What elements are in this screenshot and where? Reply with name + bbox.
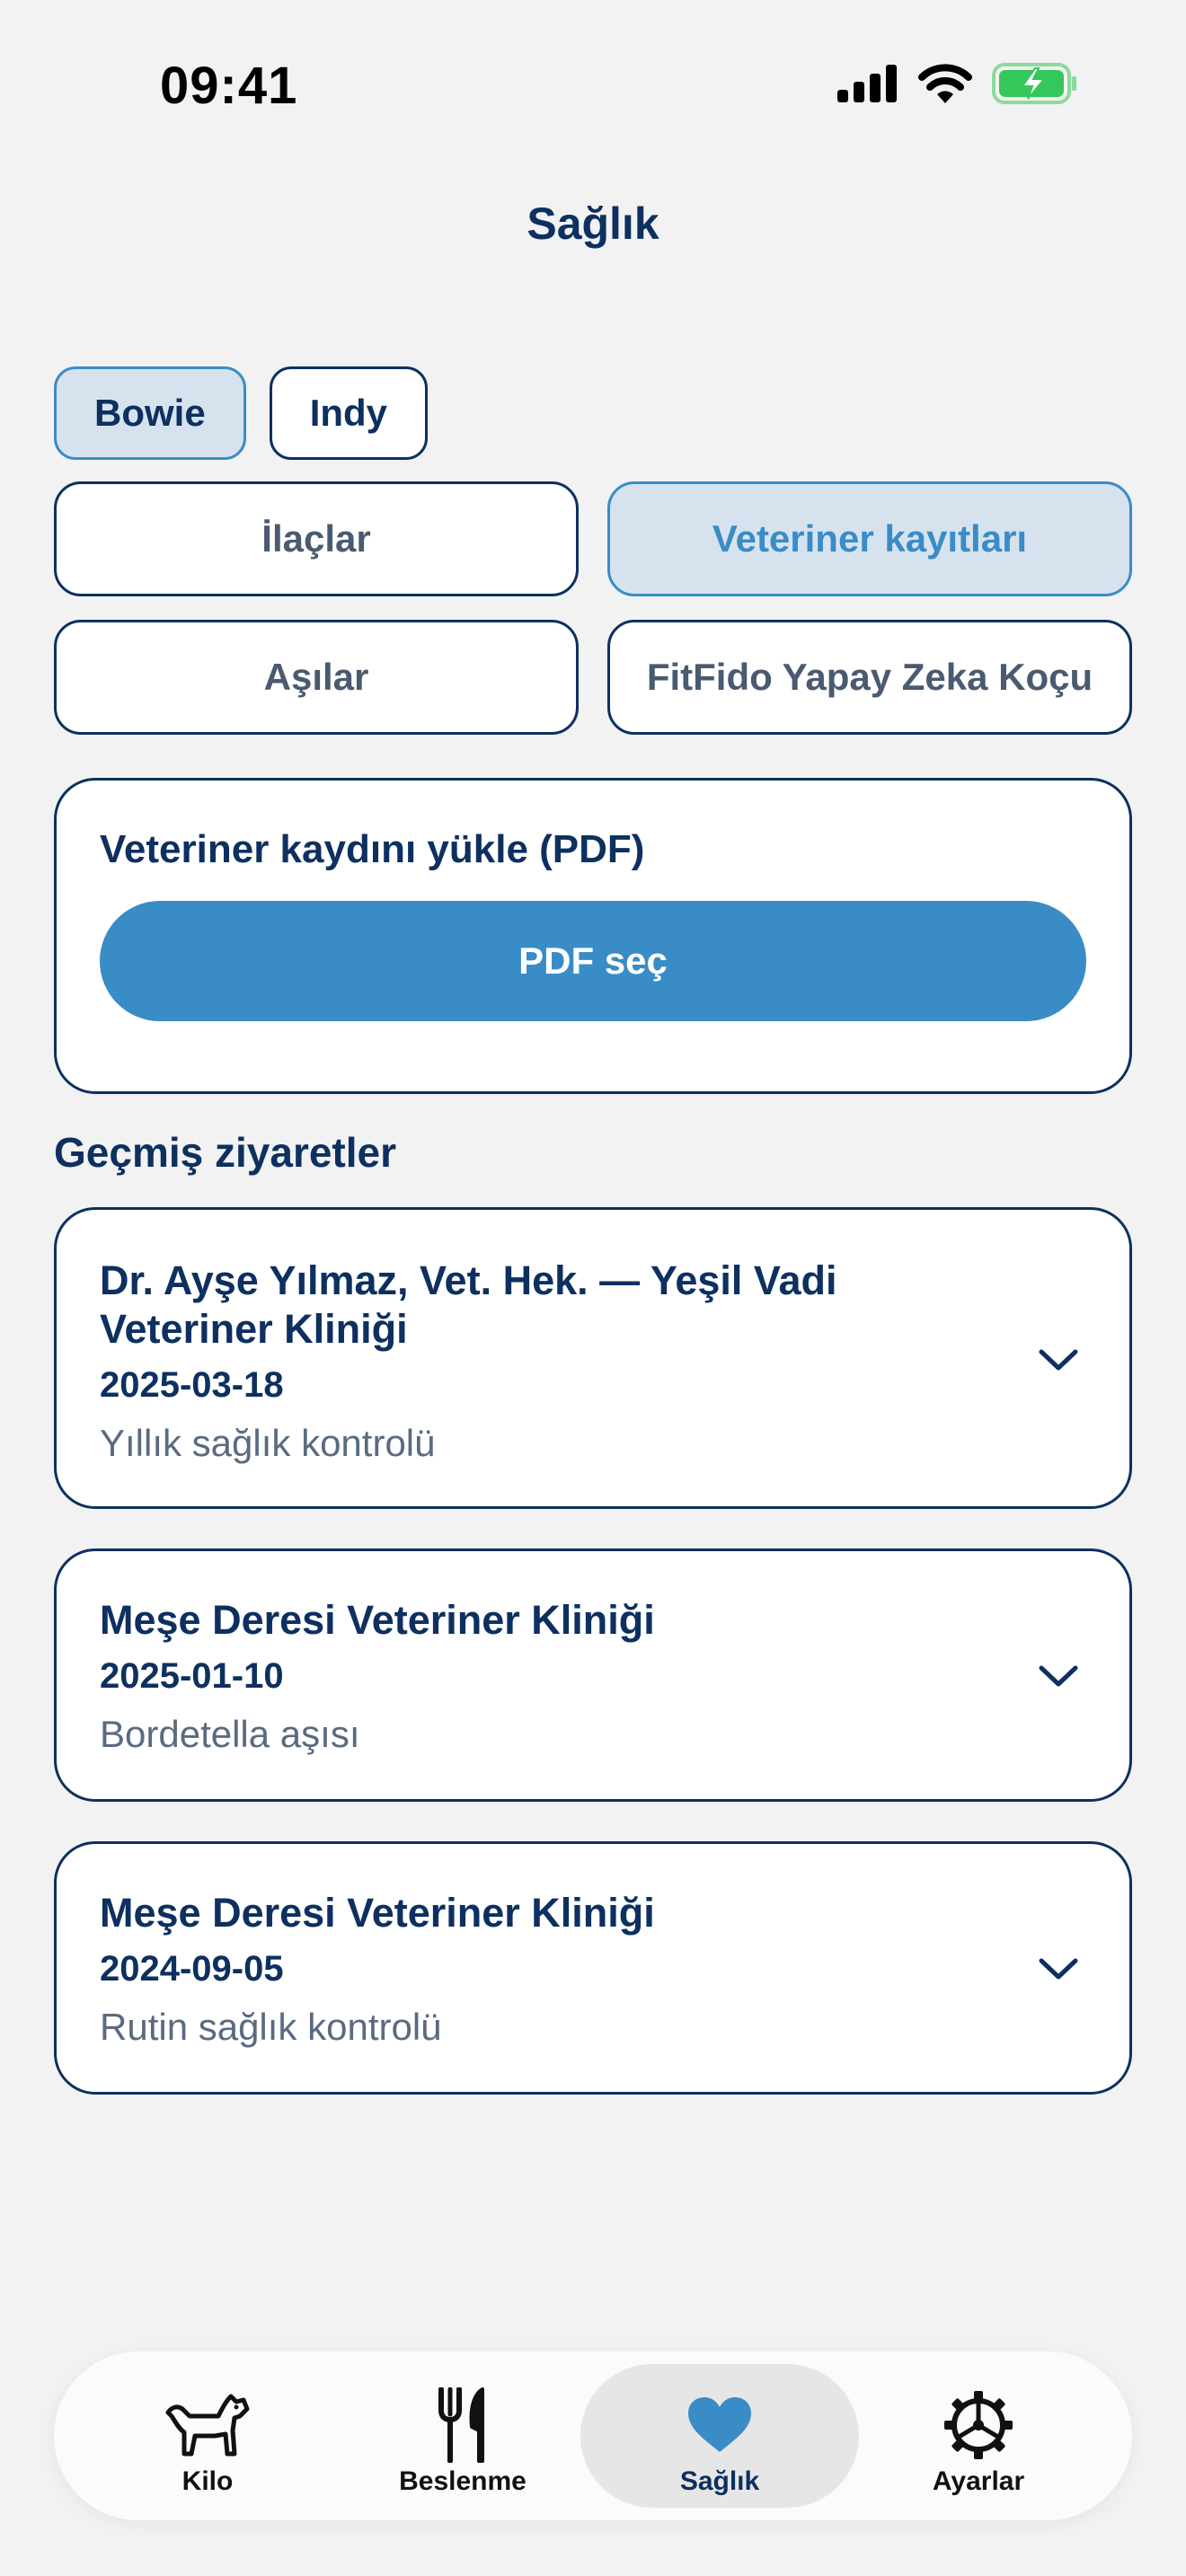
health-segments: İlaçlar Veteriner kayıtları Aşılar FitFi… (54, 481, 1132, 735)
cellular-signal-icon (837, 65, 897, 102)
segment-medications[interactable]: İlaçlar (54, 481, 579, 596)
visit-date: 2025-03-18 (100, 1365, 284, 1405)
tab-label: Sağlık (679, 2466, 760, 2496)
visit-details: Meşe Deresi Veteriner Kliniği 2024-09-05… (100, 1889, 995, 2051)
tab-bar: Kilo Beslenme Sağlık Ayarlar (54, 2351, 1132, 2520)
battery-charging-icon (992, 63, 1076, 104)
visit-card[interactable]: Meşe Deresi Veteriner Kliniği 2025-01-10… (54, 1548, 1132, 1802)
chevron-down-icon[interactable] (1038, 1346, 1079, 1373)
chevron-down-icon[interactable] (1038, 1955, 1079, 1982)
status-icons (837, 63, 1078, 104)
segment-vaccines[interactable]: Aşılar (54, 620, 579, 735)
pet-chip-bowie[interactable]: Bowie (54, 366, 246, 460)
status-bar: 09:41 (0, 0, 1186, 171)
history-title: Geçmiş ziyaretler (54, 1129, 397, 1176)
gear-icon (943, 2389, 1014, 2461)
visit-details: Meşe Deresi Veteriner Kliniği 2025-01-10… (100, 1596, 995, 1758)
pet-selector: Bowie Indy (54, 366, 429, 460)
visit-note: Bordetella aşısı (100, 1713, 360, 1755)
chevron-down-icon[interactable] (1038, 1663, 1079, 1689)
tab-label: Kilo (181, 2466, 234, 2496)
visit-clinic: Meşe Deresi Veteriner Kliniği (100, 1597, 655, 1643)
upload-card: Veteriner kaydını yükle (PDF) PDF seç (54, 778, 1132, 1094)
visit-date: 2025-01-10 (100, 1656, 284, 1696)
upload-title: Veteriner kaydını yükle (PDF) (100, 827, 645, 871)
page-title: Sağlık (527, 198, 659, 249)
tab-settings[interactable]: Ayarlar (839, 2364, 1118, 2508)
tab-health[interactable]: Sağlık (580, 2364, 859, 2508)
visit-date: 2024-09-05 (100, 1949, 284, 1989)
pet-chip-indy[interactable]: Indy (269, 366, 429, 460)
fork-knife-icon (436, 2387, 490, 2463)
segment-ai-coach[interactable]: FitFido Yapay Zeka Koçu (607, 620, 1132, 735)
segment-vet-records[interactable]: Veteriner kayıtları (607, 481, 1132, 596)
heart-icon (686, 2389, 753, 2461)
tab-label: Ayarlar (932, 2466, 1025, 2496)
visit-clinic: Dr. Ayşe Yılmaz, Vet. Hek. — Yeşil Vadi … (100, 1257, 837, 1352)
tab-nutrition[interactable]: Beslenme (323, 2364, 602, 2508)
tab-weight[interactable]: Kilo (68, 2364, 347, 2508)
visit-clinic: Meşe Deresi Veteriner Kliniği (100, 1890, 655, 1936)
dog-icon (163, 2389, 252, 2461)
visit-note: Rutin sağlık kontrolü (100, 2006, 442, 2048)
choose-pdf-button[interactable]: PDF seç (100, 901, 1086, 1021)
tab-label: Beslenme (399, 2466, 527, 2496)
visit-card[interactable]: Dr. Ayşe Yılmaz, Vet. Hek. — Yeşil Vadi … (54, 1207, 1132, 1509)
status-time: 09:41 (160, 57, 298, 115)
visit-note: Yıllık sağlık kontrolü (100, 1422, 436, 1464)
wifi-icon (918, 64, 972, 103)
visit-card[interactable]: Meşe Deresi Veteriner Kliniği 2024-09-05… (54, 1841, 1132, 2095)
visit-details: Dr. Ayşe Yılmaz, Vet. Hek. — Yeşil Vadi … (100, 1257, 995, 1467)
